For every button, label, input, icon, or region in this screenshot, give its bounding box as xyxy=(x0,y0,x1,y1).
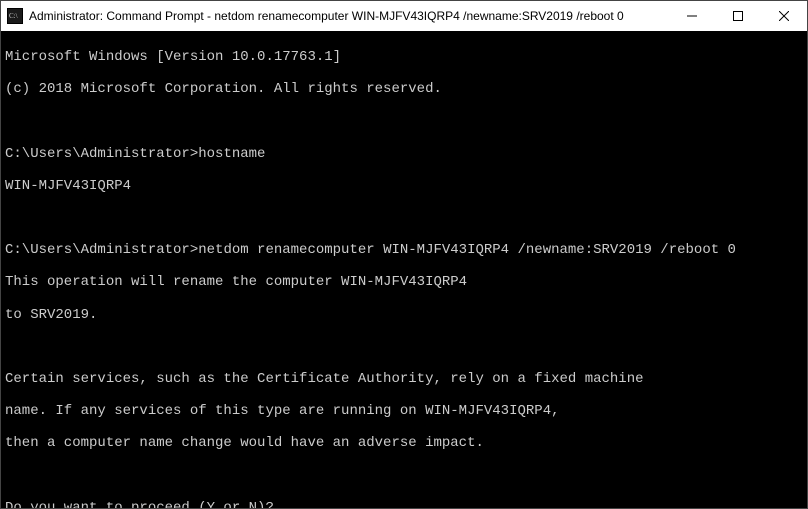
prompt-path: C:\Users\Administrator> xyxy=(5,146,198,162)
output-line: name. If any services of this type are r… xyxy=(5,403,803,419)
command-text: netdom renamecomputer WIN-MJFV43IQRP4 /n… xyxy=(198,242,736,258)
output-line: to SRV2019. xyxy=(5,307,803,323)
close-button[interactable] xyxy=(761,1,807,31)
blank-line xyxy=(5,113,803,129)
output-line: This operation will rename the computer … xyxy=(5,274,803,290)
confirm-prompt: Do you want to proceed (Y or N)? xyxy=(5,500,803,508)
minimize-button[interactable] xyxy=(669,1,715,31)
terminal-area[interactable]: Microsoft Windows [Version 10.0.17763.1]… xyxy=(1,31,807,508)
hostname-output: WIN-MJFV43IQRP4 xyxy=(5,178,803,194)
copyright-line: (c) 2018 Microsoft Corporation. All righ… xyxy=(5,81,803,97)
svg-text:C:\: C:\ xyxy=(9,12,18,20)
prompt-path: C:\Users\Administrator> xyxy=(5,242,198,258)
output-line: Certain services, such as the Certificat… xyxy=(5,371,803,387)
maximize-button[interactable] xyxy=(715,1,761,31)
command-text: hostname xyxy=(198,146,265,162)
blank-line xyxy=(5,339,803,355)
output-line: then a computer name change would have a… xyxy=(5,435,803,451)
window-title: Administrator: Command Prompt - netdom r… xyxy=(29,9,669,23)
blank-line xyxy=(5,468,803,484)
cmd-icon: C:\ xyxy=(7,8,23,24)
window-controls xyxy=(669,1,807,31)
prompt-line-2: C:\Users\Administrator>netdom renamecomp… xyxy=(5,242,803,258)
titlebar[interactable]: C:\ Administrator: Command Prompt - netd… xyxy=(1,1,807,31)
blank-line xyxy=(5,210,803,226)
prompt-line-1: C:\Users\Administrator>hostname xyxy=(5,146,803,162)
cmd-window: C:\ Administrator: Command Prompt - netd… xyxy=(0,0,808,509)
version-line: Microsoft Windows [Version 10.0.17763.1] xyxy=(5,49,803,65)
